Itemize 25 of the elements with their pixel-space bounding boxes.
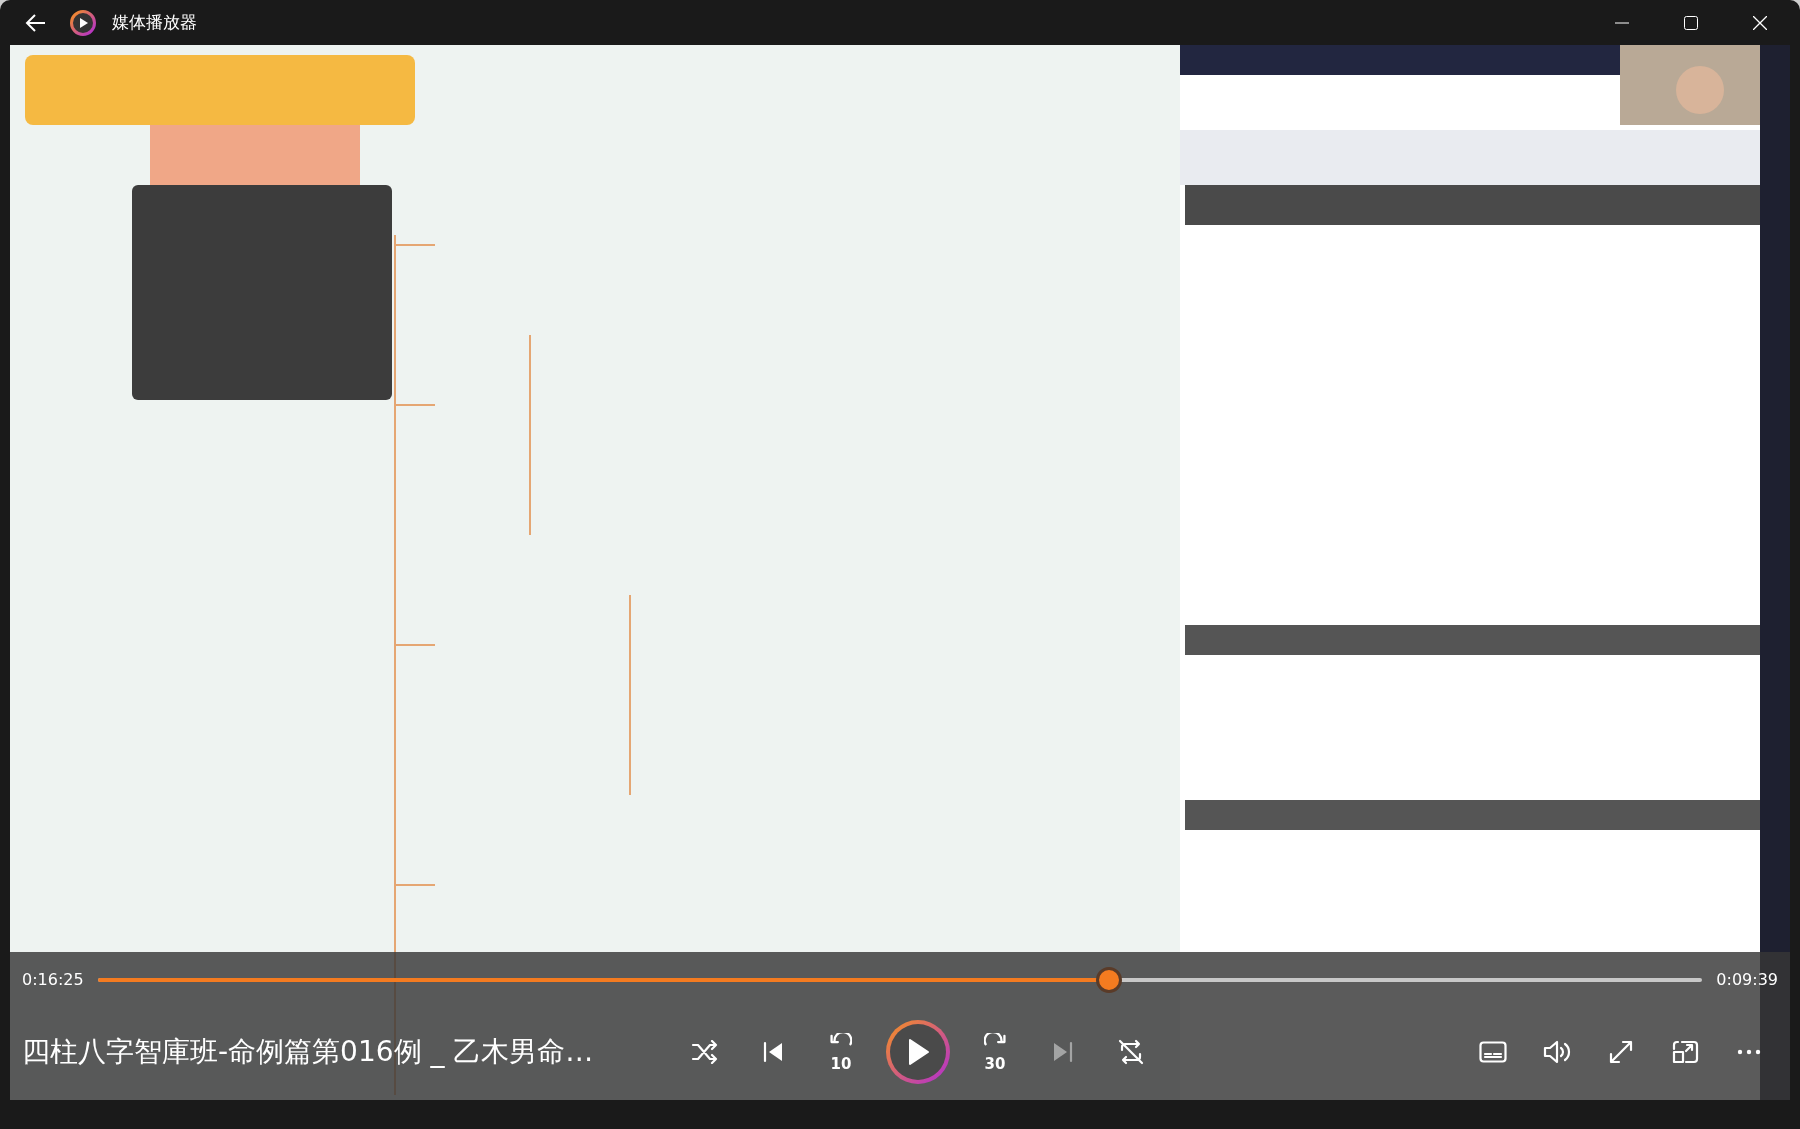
elapsed-time: 0:16:25 [22, 969, 84, 991]
back-arrow-icon [24, 12, 46, 33]
media-title: 四柱八字智庫班-命例篇第016例 _ 乙木男命… [22, 1034, 595, 1070]
remaining-time: 0:09:39 [1716, 969, 1778, 991]
forward-icon [984, 1033, 1006, 1047]
rewind-button[interactable]: 10 [818, 1029, 864, 1075]
progress-thumb[interactable] [1095, 967, 1122, 993]
volume-icon [1542, 1039, 1572, 1065]
shuffle-icon [691, 1040, 719, 1064]
next-icon [1051, 1040, 1075, 1064]
maximize-icon [1683, 15, 1698, 30]
repeat-off-icon [1117, 1038, 1145, 1066]
miniplayer-icon [1671, 1039, 1699, 1065]
close-icon [1752, 15, 1767, 30]
window-title: 媒体播放器 [112, 10, 197, 34]
subtitles-icon [1479, 1041, 1507, 1063]
forward-button[interactable]: 30 [972, 1029, 1018, 1075]
minimize-icon [1614, 21, 1629, 24]
previous-icon [761, 1040, 785, 1064]
more-icon [1737, 1049, 1761, 1055]
back-button[interactable] [24, 12, 46, 33]
progress-track[interactable] [97, 978, 1703, 982]
fullscreen-icon [1608, 1039, 1634, 1065]
rewind-icon [830, 1033, 852, 1047]
app-logo-icon [70, 9, 96, 36]
